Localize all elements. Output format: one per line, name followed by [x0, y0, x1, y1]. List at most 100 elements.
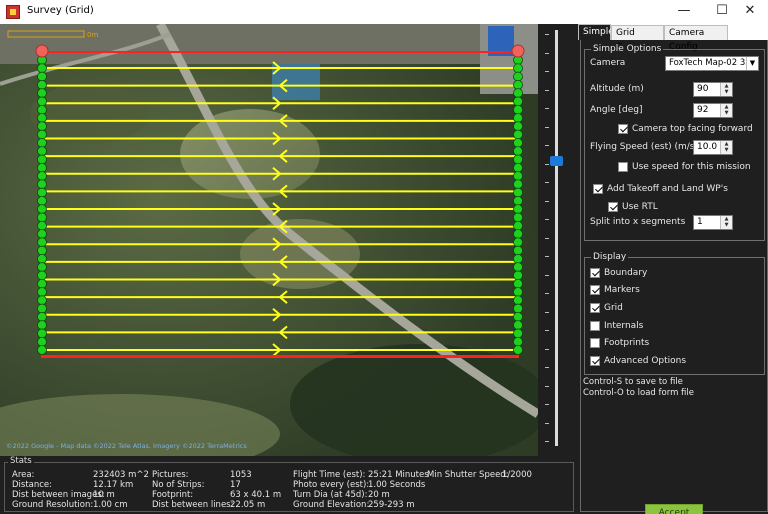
advanced-options-checkbox[interactable]	[590, 356, 600, 366]
waypoint-marker[interactable]	[513, 137, 523, 148]
flying-speed-spinner-icon[interactable]: ▲ ▼	[720, 141, 732, 154]
waypoint-marker[interactable]	[513, 328, 523, 339]
waypoint-marker[interactable]	[37, 320, 47, 331]
waypoint-marker[interactable]	[37, 311, 47, 322]
waypoint-marker[interactable]	[513, 129, 523, 140]
waypoint-marker[interactable]	[37, 137, 47, 148]
waypoint-marker[interactable]	[37, 253, 47, 264]
takeoff-land-checkbox[interactable]	[593, 184, 603, 194]
waypoint-marker[interactable]	[37, 303, 47, 314]
waypoint-marker[interactable]	[513, 195, 523, 206]
waypoint-marker[interactable]	[37, 171, 47, 181]
waypoint-marker[interactable]	[513, 162, 523, 173]
waypoint-marker[interactable]	[513, 311, 523, 322]
camera-top-checkbox[interactable]	[618, 124, 628, 134]
waypoint-marker[interactable]	[513, 113, 523, 123]
footprints-checkbox[interactable]	[590, 338, 600, 348]
waypoint-marker[interactable]	[513, 79, 523, 90]
waypoint-marker[interactable]	[513, 187, 523, 198]
waypoint-marker[interactable]	[513, 237, 523, 248]
waypoint-marker[interactable]	[37, 162, 47, 173]
waypoint-marker[interactable]	[513, 179, 523, 190]
waypoint-marker[interactable]	[513, 71, 523, 82]
waypoint-marker[interactable]	[37, 237, 47, 248]
map-canvas[interactable]: 0m ©2022 Google - Map data ©2022 Tele At…	[0, 24, 538, 456]
split-input[interactable]: 1 ▲ ▼	[693, 215, 733, 230]
angle-spinner-icon[interactable]: ▲ ▼	[720, 104, 732, 117]
waypoint-marker[interactable]	[513, 320, 523, 331]
chevron-down-icon[interactable]: ▼	[746, 57, 758, 70]
flying-speed-input[interactable]: 10.0 ▲ ▼	[693, 140, 733, 155]
waypoint-marker[interactable]	[37, 104, 47, 115]
waypoint-marker[interactable]	[37, 328, 47, 339]
close-button[interactable]: ✕	[727, 0, 768, 24]
waypoint-marker[interactable]	[37, 229, 47, 239]
waypoint-marker[interactable]	[37, 278, 47, 289]
waypoint-marker[interactable]	[37, 179, 47, 190]
waypoint-marker[interactable]	[37, 113, 47, 123]
waypoint-marker[interactable]	[37, 71, 47, 82]
waypoint-marker[interactable]	[513, 204, 523, 215]
waypoint-marker[interactable]	[513, 262, 523, 273]
waypoint-marker[interactable]	[37, 79, 47, 90]
waypoint-marker[interactable]	[37, 195, 47, 206]
tab-simple[interactable]: Simple	[578, 24, 614, 40]
accept-button[interactable]: Accept	[645, 504, 703, 514]
waypoint-marker[interactable]	[513, 121, 523, 132]
waypoint-marker[interactable]	[513, 63, 523, 74]
waypoint-marker[interactable]	[513, 278, 523, 289]
waypoint-marker[interactable]	[513, 146, 523, 157]
waypoint-marker[interactable]	[37, 262, 47, 273]
boundary-corner-marker[interactable]	[511, 44, 525, 58]
waypoint-marker[interactable]	[513, 220, 523, 231]
waypoint-marker[interactable]	[37, 121, 47, 132]
zoom-slider-thumb[interactable]	[550, 156, 563, 166]
waypoint-marker[interactable]	[513, 345, 523, 355]
camera-select[interactable]: FoxTech Map-02 35 ▼	[665, 56, 759, 71]
tab-grid-options[interactable]: Grid Options	[611, 25, 664, 52]
waypoint-marker[interactable]	[513, 336, 523, 347]
waypoint-marker[interactable]	[37, 88, 47, 99]
waypoint-marker[interactable]	[513, 303, 523, 314]
waypoint-marker[interactable]	[37, 295, 47, 306]
waypoint-marker[interactable]	[513, 270, 523, 281]
waypoint-marker[interactable]	[37, 96, 47, 107]
waypoint-marker[interactable]	[37, 245, 47, 256]
waypoint-marker[interactable]	[37, 336, 47, 347]
waypoint-marker[interactable]	[513, 88, 523, 99]
waypoint-marker[interactable]	[513, 104, 523, 115]
waypoint-marker[interactable]	[37, 63, 47, 74]
waypoint-marker[interactable]	[37, 204, 47, 215]
angle-input[interactable]: 92 ▲ ▼	[693, 103, 733, 118]
use-speed-checkbox[interactable]	[618, 162, 628, 172]
zoom-slider-track[interactable]	[555, 30, 558, 446]
waypoint-marker[interactable]	[37, 146, 47, 157]
waypoint-marker[interactable]	[513, 229, 523, 239]
waypoint-marker[interactable]	[37, 345, 47, 355]
boundary-checkbox[interactable]	[590, 268, 600, 278]
waypoint-marker[interactable]	[513, 96, 523, 107]
waypoint-marker[interactable]	[513, 287, 523, 297]
waypoint-marker[interactable]	[37, 154, 47, 165]
waypoint-marker[interactable]	[513, 295, 523, 306]
waypoint-marker[interactable]	[37, 220, 47, 231]
waypoint-marker[interactable]	[513, 171, 523, 181]
grid-checkbox[interactable]	[590, 303, 600, 313]
internals-checkbox[interactable]	[590, 321, 600, 331]
waypoint-marker[interactable]	[37, 212, 47, 223]
use-rtl-checkbox[interactable]	[608, 202, 618, 212]
waypoint-marker[interactable]	[513, 154, 523, 165]
waypoint-marker[interactable]	[513, 212, 523, 223]
boundary-corner-marker[interactable]	[35, 44, 49, 58]
waypoint-marker[interactable]	[37, 287, 47, 297]
markers-checkbox[interactable]	[590, 285, 600, 295]
waypoint-marker[interactable]	[37, 129, 47, 140]
waypoint-marker[interactable]	[513, 245, 523, 256]
waypoint-marker[interactable]	[513, 253, 523, 264]
tab-camera-config[interactable]: Camera Config	[664, 25, 728, 52]
waypoint-marker[interactable]	[37, 187, 47, 198]
altitude-input[interactable]: 90 ▲ ▼	[693, 82, 733, 97]
waypoint-marker[interactable]	[37, 270, 47, 281]
satellite-map[interactable]: 0m ©2022 Google - Map data ©2022 Tele At…	[0, 24, 538, 456]
altitude-spinner-icon[interactable]: ▲ ▼	[720, 83, 732, 96]
